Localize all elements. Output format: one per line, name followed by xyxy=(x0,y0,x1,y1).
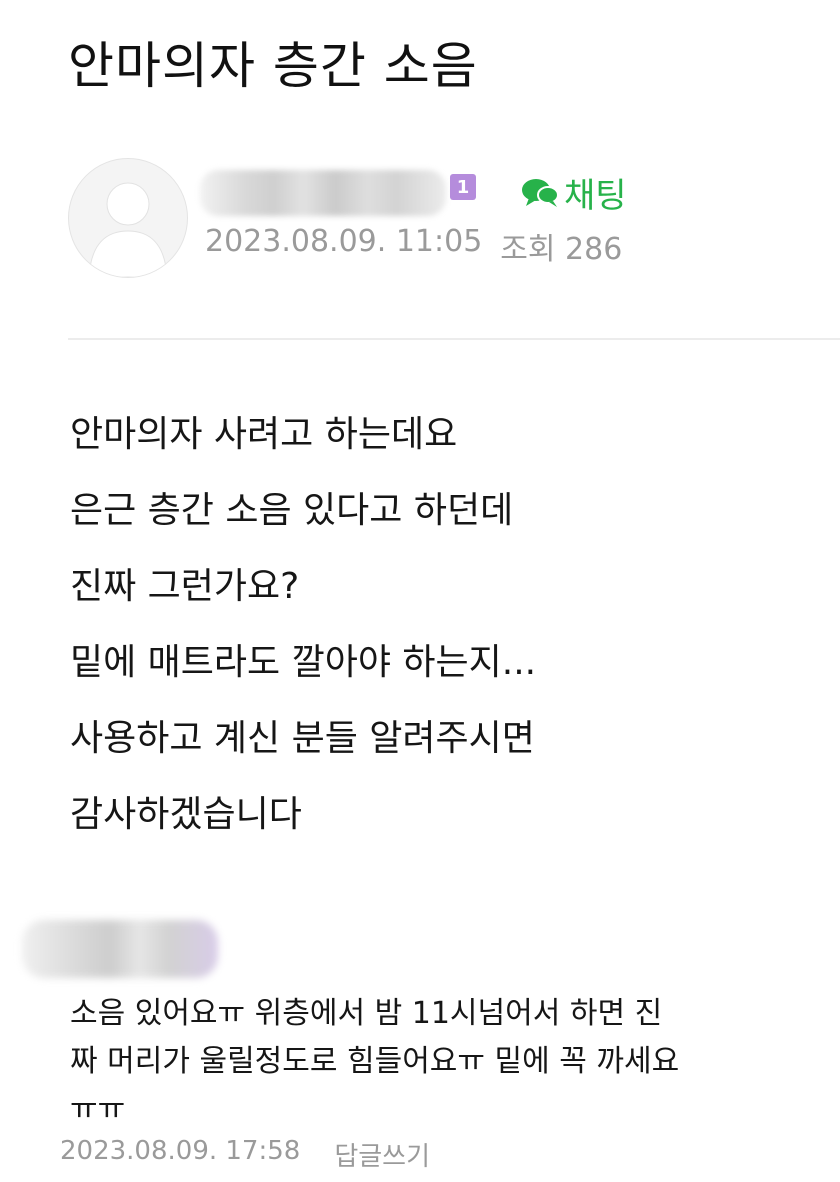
commenter-name-blurred[interactable] xyxy=(22,920,218,978)
chat-bubble-icon xyxy=(522,178,559,207)
author-name-blurred[interactable] xyxy=(200,170,446,216)
author-avatar[interactable] xyxy=(68,158,188,278)
divider xyxy=(68,338,840,340)
comment-line: ㅠㅠ xyxy=(70,1092,126,1127)
comment-body: 소음 있어요ㅠ 위층에서 밤 11시넘어서 하면 진 짜 머리가 울릴정도로 힘… xyxy=(70,990,830,1134)
chat-button[interactable]: 채팅 xyxy=(520,168,627,217)
chat-label: 채팅 xyxy=(564,176,627,216)
body-line: 진짜 그런가요? xyxy=(70,566,300,607)
post-meta: 2023.08.09. 11:05 조회 286 xyxy=(205,224,622,268)
post-date: 2023.08.09. 11:05 xyxy=(205,224,483,259)
comment-date: 2023.08.09. 17:58 xyxy=(60,1136,301,1166)
comment-line: 짜 머리가 울릴정도로 힘들어요ㅠ 밑에 꼭 까세요 xyxy=(70,1044,680,1079)
post-title: 안마의자 층간 소음 xyxy=(68,37,478,95)
body-line: 감사하겠습니다 xyxy=(70,794,302,835)
member-level-badge: 1 xyxy=(450,174,476,200)
body-line: 안마의자 사려고 하는데요 xyxy=(70,414,458,455)
default-profile-icon xyxy=(88,182,168,277)
reply-button[interactable]: 답글쓰기 xyxy=(334,1136,430,1173)
body-line: 밑에 매트라도 깔아야 하는지... xyxy=(70,642,537,683)
comment-meta: 2023.08.09. 17:58 답글쓰기 xyxy=(60,1136,430,1173)
body-line: 사용하고 계신 분들 알려주시면 xyxy=(70,718,535,759)
comment-line: 소음 있어요ㅠ 위층에서 밤 11시넘어서 하면 진 xyxy=(70,996,663,1031)
view-count: 조회 286 xyxy=(500,232,623,267)
body-line: 은근 층간 소음 있다고 하던데 xyxy=(70,490,514,531)
post-body: 안마의자 사려고 하는데요 은근 층간 소음 있다고 하던데 진짜 그런가요? … xyxy=(70,410,536,866)
